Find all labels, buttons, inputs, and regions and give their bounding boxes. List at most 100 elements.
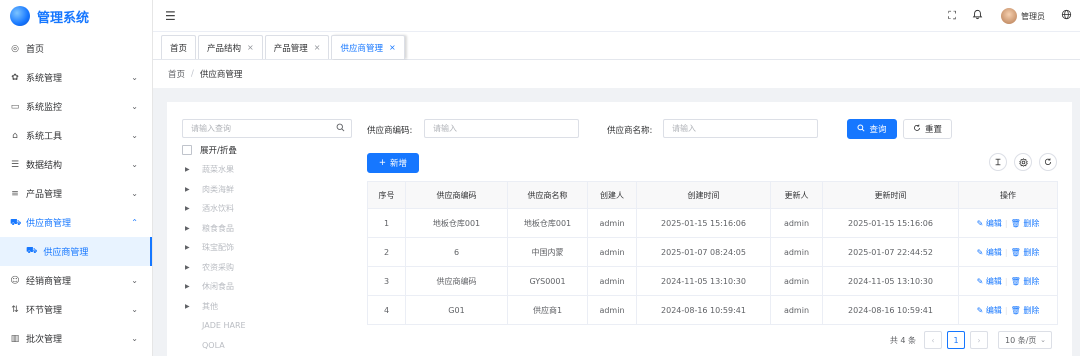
edit-button[interactable]: ✎ 编辑 xyxy=(977,277,1002,286)
search-icon xyxy=(857,123,866,135)
delete-button[interactable]: 🗑 删除 xyxy=(1011,248,1040,257)
breadcrumb-home[interactable]: 首页 xyxy=(168,68,185,80)
table-cell: 2024-11-05 13:10:30 xyxy=(822,266,959,296)
tab[interactable]: 产品管理 × xyxy=(264,35,330,59)
settings-icon[interactable] xyxy=(1014,153,1032,171)
edit-icon: ✎ xyxy=(976,218,986,228)
sidebar-item[interactable]: ✿ 系统管理 ⌄ xyxy=(0,63,152,92)
tree-node[interactable]: ▶ 农资采购 xyxy=(185,258,246,278)
edit-button[interactable]: ✎ 编辑 xyxy=(977,219,1002,228)
chevron-down-icon: ⌄ xyxy=(131,160,138,169)
tree-search-input[interactable]: 请输入查询 xyxy=(182,119,352,138)
sidebar-item[interactable]: ☰ 数据结构 ⌄ xyxy=(0,150,152,179)
sliders-icon: ☰ xyxy=(10,159,20,170)
prev-page-button[interactable]: ‹ xyxy=(924,331,942,349)
tree-node[interactable]: ▶ 肉类海鲜 xyxy=(185,180,246,200)
add-button-label: 新增 xyxy=(390,159,408,169)
supplier-code-input[interactable]: 请输入 xyxy=(424,119,579,138)
chevron-down-icon: ⌄ xyxy=(131,189,138,198)
tree-node[interactable]: JADE HARE xyxy=(185,316,246,336)
users-icon: ☺ xyxy=(10,275,20,286)
tree-node-label: JADE HARE xyxy=(202,321,246,331)
table-cell: 4 xyxy=(367,295,406,325)
user-menu[interactable]: 管理员 xyxy=(1001,8,1045,24)
chevron-down-icon: ⌄ xyxy=(1040,336,1046,344)
expand-checkbox[interactable] xyxy=(182,145,192,155)
divider: | xyxy=(1004,218,1008,228)
menu-fold-icon[interactable]: ☰ xyxy=(165,9,176,23)
bell-icon[interactable] xyxy=(972,9,983,23)
tree-node-label: 肉类海鲜 xyxy=(202,184,234,194)
caret-right-icon[interactable]: ▶ xyxy=(185,264,195,271)
close-icon[interactable]: × xyxy=(389,43,396,52)
tree-node[interactable]: QOLA xyxy=(185,336,246,356)
tree-node[interactable]: ▶ 珠宝配饰 xyxy=(185,238,246,258)
column-height-icon[interactable] xyxy=(989,153,1007,171)
delete-button[interactable]: 🗑 删除 xyxy=(1011,277,1040,286)
table-cell: admin xyxy=(770,266,823,296)
next-page-button[interactable]: › xyxy=(970,331,988,349)
search-button[interactable]: 查询 xyxy=(847,119,897,139)
fullscreen-icon[interactable]: ⛶ xyxy=(948,9,956,23)
caret-right-icon[interactable]: ▶ xyxy=(185,283,195,290)
column-header: 供应商名称 xyxy=(507,181,588,209)
chevron-down-icon: ⌄ xyxy=(131,102,138,111)
sidebar-item[interactable]: ▥ 批次管理 ⌄ xyxy=(0,324,152,353)
page-size-select[interactable]: 10 条/页 ⌄ xyxy=(998,331,1052,349)
tab[interactable]: 供应商管理 × xyxy=(331,35,405,59)
close-icon[interactable]: × xyxy=(247,43,254,52)
breadcrumb-separator: / xyxy=(191,69,194,79)
refresh-icon[interactable] xyxy=(1039,153,1057,171)
sidebar-item[interactable]: ◎ 首页 xyxy=(0,34,152,63)
delete-button[interactable]: 🗑 删除 xyxy=(1011,219,1040,228)
reset-button[interactable]: 重置 xyxy=(903,119,952,139)
tree-node[interactable]: ▶ 其他 xyxy=(185,297,246,317)
edit-label: 编辑 xyxy=(985,305,1002,315)
expand-collapse-toggle[interactable]: 展开/折叠 xyxy=(182,144,237,156)
supplier-name-input[interactable]: 请输入 xyxy=(663,119,818,138)
tab[interactable]: 产品结构 × xyxy=(198,35,263,59)
tree-node[interactable]: ▶ 酒水饮料 xyxy=(185,199,246,219)
logo[interactable]: 管理系统 xyxy=(0,0,152,32)
sidebar-item[interactable]: ☺ 经销商管理 ⌄ xyxy=(0,266,152,295)
sidebar-item[interactable]: ⛟ 供应商管理 ⌃ xyxy=(0,208,152,237)
tree-node[interactable]: ▶ 休闲食品 xyxy=(185,277,246,297)
trash-icon: 🗑 xyxy=(1010,247,1024,257)
edit-label: 编辑 xyxy=(985,276,1002,286)
chevron-down-icon: ⌄ xyxy=(131,276,138,285)
edit-button[interactable]: ✎ 编辑 xyxy=(977,248,1002,257)
page-size-value: 10 条/页 xyxy=(1005,335,1037,345)
app-title: 管理系统 xyxy=(37,10,90,26)
caret-right-icon[interactable]: ▶ xyxy=(185,166,195,173)
sidebar-item[interactable]: ▭ 系统监控 ⌄ xyxy=(0,92,152,121)
page-number-button[interactable]: 1 xyxy=(947,331,965,349)
caret-right-icon[interactable]: ▶ xyxy=(185,205,195,212)
caret-right-icon[interactable]: ▶ xyxy=(185,244,195,251)
barcode-icon: ▥ xyxy=(10,333,20,344)
edit-button[interactable]: ✎ 编辑 xyxy=(977,306,1002,315)
pagination: 共 4 条 ‹ 1 › 10 条/页 ⌄ xyxy=(890,331,1052,349)
divider: | xyxy=(1004,305,1008,315)
tab-label: 供应商管理 xyxy=(340,43,383,54)
language-icon[interactable] xyxy=(1061,9,1072,23)
sidebar-item[interactable]: ⇅ 环节管理 ⌄ xyxy=(0,295,152,324)
sidebar-subitem-supplier[interactable]: ⛟ 供应商管理 xyxy=(0,237,152,266)
sidebar-item[interactable]: ⌂ 系统工具 ⌄ xyxy=(0,121,152,150)
add-button[interactable]: + 新增 xyxy=(367,153,419,173)
supplier-table: 序号 供应商编码 供应商名称 创建人 创建时间 更新人 更新时间 操作 1 地板仓库001 地板仓… xyxy=(367,181,1058,325)
tree-node[interactable]: ▶ 粮食食品 xyxy=(185,219,246,239)
close-icon[interactable]: × xyxy=(314,43,321,52)
list-icon: ≡ xyxy=(11,188,19,199)
tab[interactable]: 首页 xyxy=(161,35,197,59)
caret-right-icon[interactable]: ▶ xyxy=(185,303,195,310)
table-cell: 2025-01-15 15:16:06 xyxy=(822,208,959,238)
sidebar-item[interactable]: ≡ 产品管理 ⌄ xyxy=(0,179,152,208)
tree-node[interactable]: ▶ 蔬菜水果 xyxy=(185,160,246,180)
tab-label: 产品管理 xyxy=(273,43,308,54)
delete-button[interactable]: 🗑 删除 xyxy=(1011,306,1040,315)
caret-right-icon[interactable]: ▶ xyxy=(185,225,195,232)
expand-label: 展开/折叠 xyxy=(200,146,237,156)
search-button-label: 查询 xyxy=(869,125,887,135)
caret-right-icon[interactable]: ▶ xyxy=(185,186,195,193)
gear-icon: ✿ xyxy=(11,72,19,83)
